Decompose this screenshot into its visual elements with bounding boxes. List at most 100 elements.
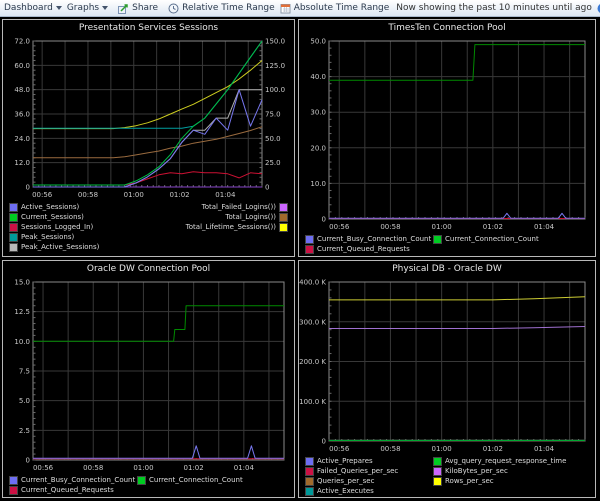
legend-label: Peak_Sessions) (21, 232, 74, 242)
dashboard-menu[interactable]: Dashboard (4, 3, 62, 13)
svg-text:25.0: 25.0 (265, 159, 281, 167)
svg-text:12.5: 12.5 (14, 308, 30, 316)
svg-text:00:56: 00:56 (33, 464, 54, 472)
svg-text:00:58: 00:58 (78, 191, 98, 199)
legend-swatch (305, 467, 314, 476)
svg-text:15.0: 15.0 (14, 279, 30, 287)
legend-swatch (433, 477, 442, 486)
chart-legend: Current_Busy_Connection_CountCurrent_Que… (3, 473, 294, 497)
absolute-time-range-button[interactable]: Absolute Time Range (280, 3, 390, 14)
chart-title: Presentation Services Sessions (3, 20, 294, 35)
legend-label: KiloBytes_per_sec (445, 466, 508, 476)
legend-item: Current_Busy_Connection_Count (9, 475, 137, 485)
chart-title: Oracle DW Connection Pool (3, 261, 294, 276)
svg-text:01:04: 01:04 (534, 445, 555, 453)
svg-text:300.0 K: 300.0 K (299, 318, 326, 326)
chart-panel-presentation-services-sessions: Presentation Services Sessions 012.024.0… (2, 19, 295, 257)
legend-item: Rows_per_sec (433, 476, 566, 486)
legend-swatch (279, 213, 288, 222)
relative-time-range-label: Relative Time Range (182, 3, 275, 13)
svg-text:00:58: 00:58 (380, 445, 400, 453)
svg-text:01:02: 01:02 (483, 445, 503, 453)
legend-swatch (9, 476, 18, 485)
svg-text:150.0: 150.0 (265, 38, 285, 46)
relative-time-range-button[interactable]: Relative Time Range (168, 3, 275, 14)
legend-item: Sessions_Logged_In) (9, 222, 99, 232)
legend-label: Current_Sessions) (21, 212, 84, 222)
legend-swatch (305, 477, 314, 486)
physical-db-oracle-dw-chart[interactable]: 0100.0 K200.0 K300.0 K400.0 K00:5600:580… (299, 276, 595, 454)
chevron-down-icon (102, 6, 108, 10)
svg-text:10.0: 10.0 (14, 338, 30, 346)
chart-title: TimesTen Connection Pool (299, 20, 595, 35)
svg-text:01:02: 01:02 (184, 464, 204, 472)
legend-label: Current_Connection_Count (149, 475, 243, 485)
legend-swatch (305, 235, 314, 244)
legend-swatch (9, 233, 18, 242)
presentation-services-sessions-chart[interactable]: 012.024.036.048.060.072.0025.050.075.010… (3, 35, 294, 200)
legend-label: Sessions_Logged_In) (21, 222, 93, 232)
svg-text:200.0 K: 200.0 K (299, 358, 326, 366)
svg-text:01:04: 01:04 (215, 191, 236, 199)
svg-text:10.0: 10.0 (310, 180, 326, 188)
svg-text:01:02: 01:02 (169, 191, 189, 199)
legend-swatch (9, 203, 18, 212)
calendar-icon (280, 3, 291, 14)
legend-label: Active_Prepares (317, 456, 373, 466)
timesten-connection-pool-chart[interactable]: 010.020.030.040.050.000:5600:5801:0001:0… (299, 35, 595, 232)
svg-text:0: 0 (322, 438, 326, 446)
legend-item: Queries_per_sec (305, 476, 433, 486)
chart-title: Physical DB - Oracle DW (299, 261, 595, 276)
share-button[interactable]: Share (118, 3, 158, 14)
svg-text:100.0: 100.0 (265, 86, 285, 94)
legend-label: Current_Queued_Requests (21, 485, 114, 495)
dashboard-grid: Presentation Services Sessions 0 12.0 24.0… (0, 17, 600, 500)
legend-swatch (137, 476, 146, 485)
legend-item: Active_Sessions) (9, 202, 99, 212)
clock-icon (168, 3, 179, 14)
dashboard-app: { "toolbar": { "dashboard_label": "Dashb… (0, 0, 600, 501)
legend-label: Total_Lifetime_Sessions()) (186, 222, 276, 232)
svg-text:72.0: 72.0 (14, 38, 30, 46)
legend-item: Total_Failed_Logins()) (202, 202, 288, 212)
legend-swatch (9, 213, 18, 222)
legend-label: Rows_per_sec (445, 476, 494, 486)
legend-item: Avg_query_request_response_time (433, 456, 566, 466)
svg-text:30.0: 30.0 (310, 109, 326, 117)
legend-label: Active_Sessions) (21, 202, 79, 212)
svg-text:01:00: 01:00 (432, 223, 452, 231)
graphs-menu[interactable]: Graphs (67, 3, 108, 13)
svg-text:00:56: 00:56 (32, 191, 53, 199)
svg-text:125.0: 125.0 (265, 62, 285, 70)
chart-legend: Active_Sessions)Current_Sessions)Session… (3, 200, 294, 256)
legend-item: KiloBytes_per_sec (433, 466, 566, 476)
svg-text:40.0: 40.0 (310, 73, 326, 81)
time-range-status: Now showing the past 10 minutes until ag… (396, 3, 592, 13)
svg-text:5.0: 5.0 (19, 397, 30, 405)
svg-text:24.0: 24.0 (14, 135, 30, 143)
legend-label: Active_Executes (317, 486, 374, 496)
svg-text:75.0: 75.0 (265, 111, 281, 119)
dashboard-menu-label: Dashboard (4, 3, 53, 13)
svg-text:12.0: 12.0 (14, 159, 30, 167)
legend-swatch (279, 203, 288, 212)
legend-swatch (9, 243, 18, 252)
legend-item: Active_Prepares (305, 456, 433, 466)
legend-label: Failed_Queries_per_sec (317, 466, 398, 476)
legend-swatch (305, 487, 314, 496)
chart-legend: Current_Busy_Connection_CountCurrent_Que… (299, 232, 595, 256)
toolbar: Dashboard Graphs Share Relative Time Ran… (0, 0, 600, 17)
svg-text:00:58: 00:58 (83, 464, 103, 472)
legend-label: Current_Queued_Requests (317, 244, 410, 254)
svg-text:00:56: 00:56 (329, 223, 350, 231)
legend-item: Current_Busy_Connection_Count (305, 234, 433, 244)
oracle-dw-connection-pool-chart[interactable]: 02.55.07.510.012.515.000:5600:5801:0001:… (3, 276, 294, 473)
legend-swatch (305, 457, 314, 466)
svg-text:00:56: 00:56 (329, 445, 350, 453)
svg-text:48.0: 48.0 (14, 86, 30, 94)
legend-item: Active_Executes (305, 486, 433, 496)
svg-text:50.0: 50.0 (310, 38, 326, 46)
svg-text:20.0: 20.0 (310, 144, 326, 152)
svg-text:50.0: 50.0 (265, 135, 281, 143)
legend-item: Total_Logins()) (225, 212, 288, 222)
